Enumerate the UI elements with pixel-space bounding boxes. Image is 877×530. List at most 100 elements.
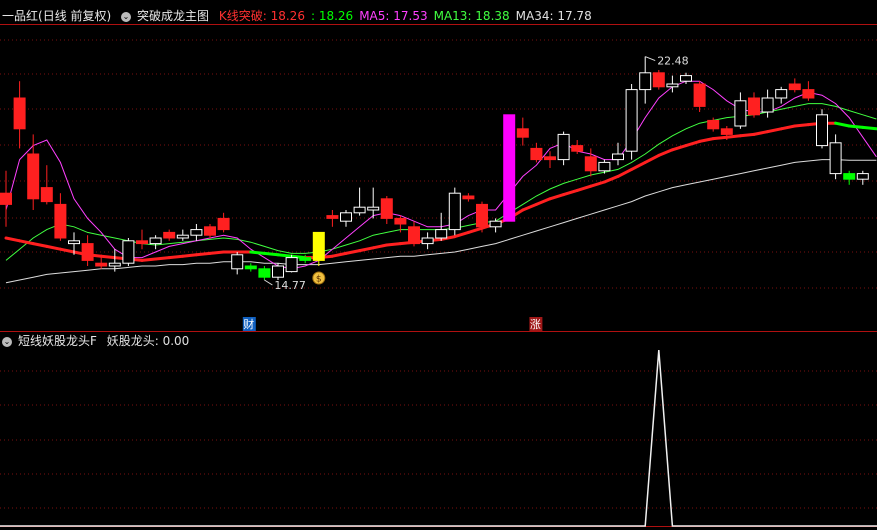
candle-body (367, 206, 380, 211)
candle-body (476, 203, 488, 228)
k-breakout-segment (847, 124, 865, 129)
main-indicator-3: MA13: 18.38 (433, 9, 510, 23)
main-indicator-0: K线突破: 18.26 (218, 9, 305, 23)
candle-body (54, 203, 67, 239)
candle-body (720, 128, 733, 135)
low-pointer (264, 279, 273, 286)
main-indicator-values: K线突破: 18.26: 18.26 MA5: 17.53 MA13: 18.38 M… (219, 9, 598, 23)
chevron-down-icon[interactable]: ⌄ (2, 336, 12, 347)
candle-body (448, 192, 461, 231)
k-breakout-segment (698, 137, 715, 143)
k-breakout-segment (521, 202, 538, 212)
k-breakout-segment (752, 130, 770, 136)
k-breakout-segment (670, 144, 688, 152)
k-breakout-segment (562, 188, 579, 197)
period-label: (日线 前复权) (38, 9, 112, 23)
candle-body (530, 147, 543, 161)
marker-zhang: 涨 (530, 318, 541, 331)
candle-body (95, 262, 108, 267)
k-breakout-segment (779, 124, 797, 131)
candle-body (761, 97, 774, 113)
candle-body (81, 243, 94, 261)
candle-body (394, 217, 407, 225)
k-breakout-segment (344, 249, 362, 255)
sub-indicator-values: 妖股龙头: 0.00 (107, 334, 196, 348)
k-breakout-segment (194, 251, 212, 257)
k-breakout-segment (602, 174, 620, 184)
candle-body (489, 220, 502, 228)
candle-body (435, 229, 448, 239)
k-breakout-segment (385, 242, 402, 247)
main-indicator-1: : 18.26 (310, 9, 354, 23)
candle-body (176, 234, 189, 239)
candle-body (163, 231, 176, 239)
marker-cai: 财 (243, 317, 254, 331)
money-bag-glyph: $ (316, 275, 322, 285)
candle-body (136, 240, 148, 245)
k-breakout-segment (167, 254, 185, 260)
k-breakout-segment (453, 230, 470, 239)
candle-body (516, 128, 529, 138)
candle-body (217, 217, 230, 231)
sub-indicator-0: 妖股龙头: 0.00 (106, 334, 190, 348)
k-breakout-segment (793, 123, 810, 128)
k-breakout-segment (140, 257, 158, 262)
k-breakout-segment (725, 134, 742, 139)
k-breakout-segment (684, 139, 702, 148)
main-indicator-name[interactable]: 突破成龙主图 (137, 9, 209, 23)
candle-body (584, 156, 597, 172)
k-breakout-segment (657, 148, 674, 157)
candle-body (408, 226, 420, 245)
candle-body (27, 153, 40, 200)
sub-legend: ⌄ 短线妖股龙头F 妖股龙头: 0.00 (2, 333, 201, 349)
main-indicator-2: MA5: 17.53 (359, 9, 428, 23)
k-breakout-segment (99, 254, 117, 260)
k-breakout-segment (154, 256, 171, 261)
k-breakout-segment (249, 250, 266, 255)
candle-body (421, 237, 434, 245)
candle-body (748, 97, 760, 116)
candle-body (40, 187, 53, 203)
candle-body (272, 265, 284, 278)
k-breakout-segment (358, 246, 375, 253)
candle-body (788, 83, 801, 91)
candle-body (544, 156, 556, 161)
candle-body (856, 173, 869, 180)
candle-body (244, 265, 257, 270)
main-legend: 一品红(日线 前复权) ⌄ 突破成龙主图 K线突破: 18.26 : 18.26 MA… (2, 8, 604, 24)
low-label: 14.77 (274, 279, 306, 292)
k-breakout-segment (711, 135, 729, 141)
candle-body (693, 83, 706, 107)
candle-body (190, 229, 203, 236)
k-breakout-segment (4, 236, 22, 243)
k-breakout-segment (834, 121, 851, 128)
k-breakout-segment (45, 244, 62, 251)
k-breakout-segment (766, 127, 783, 134)
chart-window: 22.48 14.77 $ 财 涨 一品红(日线 前复权) ⌄ 突破成龙主图 K线突破: … (0, 0, 877, 530)
k-breakout-segment (861, 125, 877, 131)
candle-body (326, 215, 339, 219)
candle-body (843, 173, 856, 180)
candle-body (312, 231, 325, 261)
k-breakout-segment (534, 197, 552, 206)
k-breakout-segment (262, 251, 280, 257)
k-breakout-segment (31, 242, 49, 248)
k-breakout-segment (371, 243, 389, 250)
candle-body (707, 119, 720, 130)
candle-body (666, 83, 679, 88)
candle-body (829, 142, 842, 175)
candle-body (299, 257, 312, 261)
candle-body (802, 89, 815, 99)
candle-body (680, 75, 692, 82)
chevron-down-icon[interactable]: ⌄ (121, 11, 132, 22)
sub-indicator-name[interactable]: 短线妖股龙头F (18, 334, 97, 348)
candle-body (204, 226, 216, 236)
k-breakout-segment (466, 226, 484, 234)
candle-body (13, 97, 26, 130)
candle-body (231, 254, 244, 270)
k-breakout-segment (589, 180, 606, 188)
stock-title: 一品红 (2, 9, 39, 23)
candle-body (0, 192, 12, 205)
kline-chart[interactable]: 22.48 14.77 $ 财 涨 (0, 0, 877, 530)
candle-body (612, 153, 624, 161)
